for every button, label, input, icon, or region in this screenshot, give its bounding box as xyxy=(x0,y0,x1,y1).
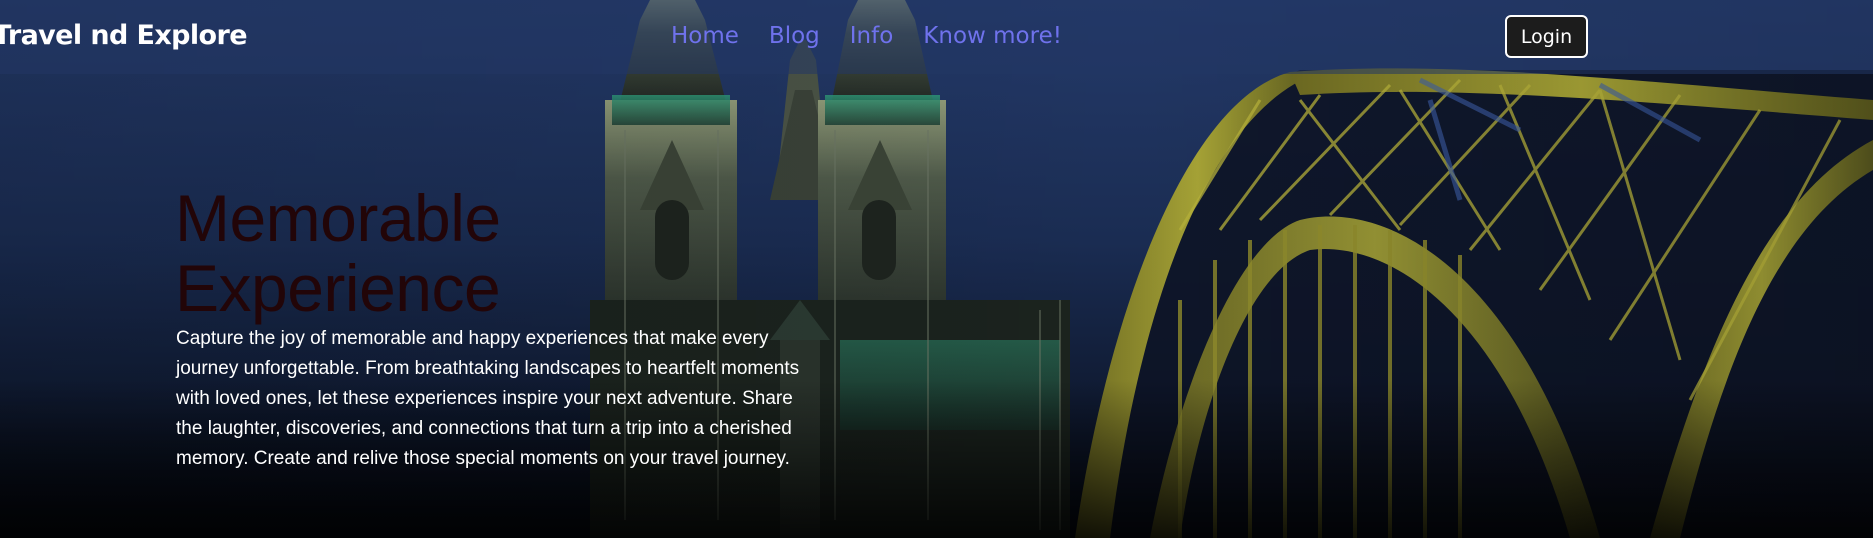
navbar: Travel nd Explore Home Blog Info Know mo… xyxy=(0,0,1873,74)
login-button[interactable]: Login xyxy=(1505,15,1588,58)
nav-links: Home Blog Info Know more! xyxy=(671,19,1062,53)
hero-title: Memorable Experience xyxy=(175,183,695,323)
hero-description: Capture the joy of memorable and happy e… xyxy=(176,328,800,469)
hero-title-line-2: Experience xyxy=(175,251,501,325)
nav-link-info[interactable]: Info xyxy=(850,19,894,53)
brand-logo-text[interactable]: Travel nd Explore xyxy=(0,18,248,54)
nav-link-blog[interactable]: Blog xyxy=(769,19,820,53)
nav-link-know-more[interactable]: Know more! xyxy=(923,19,1062,53)
nav-link-home[interactable]: Home xyxy=(671,19,739,53)
hero-title-line-1: Memorable xyxy=(175,181,501,255)
hero-section: Travel nd Explore Home Blog Info Know mo… xyxy=(0,0,1873,538)
